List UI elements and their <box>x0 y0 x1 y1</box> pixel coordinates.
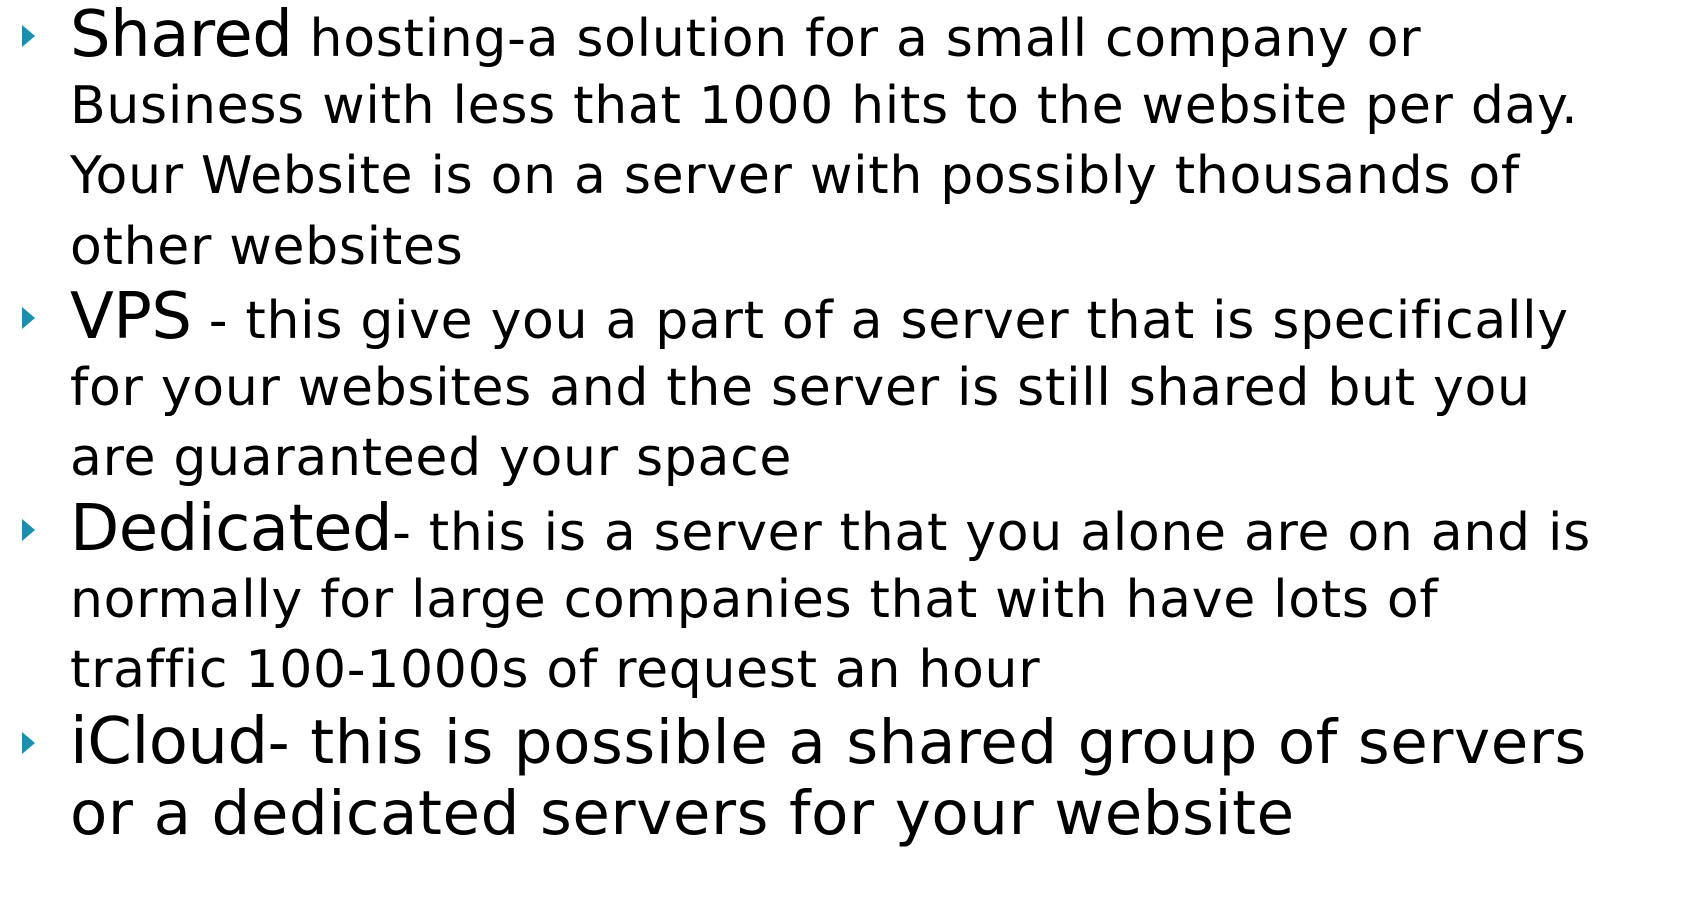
bullet-line: other websites <box>70 216 464 277</box>
bullet-line: Business with less that 1000 hits to the… <box>70 75 1579 136</box>
bullet-description: - this give you a part of a server that … <box>191 291 1569 351</box>
bullet-description: - this is possible a shared group of ser… <box>267 707 1587 778</box>
bullet-description: - this is a server that you alone are on… <box>392 503 1591 563</box>
bullet-text-icloud: iCloud- this is possible a shared group … <box>70 706 1690 850</box>
bullet-term: VPS <box>70 280 192 354</box>
bullet-line: normally for large companies that with h… <box>70 569 1439 630</box>
bullet-line: iCloud- this is possible a shared group … <box>70 706 1690 778</box>
bullet-term: iCloud <box>70 705 268 779</box>
bullet-line: are guaranteed your space <box>70 428 793 488</box>
bullet-line: or a dedicated servers for your website <box>70 778 1295 849</box>
bullet-line: VPS - this give you a part of a server t… <box>70 282 1690 353</box>
triangle-bullet-icon <box>22 307 35 329</box>
bullet-line: for your websites and the server is stil… <box>70 357 1531 418</box>
triangle-bullet-icon <box>22 519 35 541</box>
bullet-text-vps: VPS - this give you a part of a server t… <box>70 282 1690 494</box>
bullet-term: Dedicated <box>70 492 393 566</box>
bullet-line: Shared hosting-a solution for a small co… <box>70 0 1690 71</box>
bullet-line: traffic 100-1000s of request an hour <box>70 640 1041 700</box>
bullet-line: Dedicated- this is a server that you alo… <box>70 494 1690 565</box>
triangle-bullet-icon <box>22 25 35 47</box>
bullet-text-shared: Shared hosting-a solution for a small co… <box>70 0 1690 282</box>
slide: Shared hosting-a solution for a small co… <box>0 0 1696 914</box>
bullet-text-dedicated: Dedicated- this is a server that you alo… <box>70 494 1690 706</box>
bullet-line: Your Website is on a server with possibl… <box>70 146 1520 206</box>
bullet-description: hosting-a solution for a small company o… <box>292 9 1422 69</box>
bullet-term: Shared <box>70 0 293 72</box>
triangle-bullet-icon <box>22 732 35 754</box>
